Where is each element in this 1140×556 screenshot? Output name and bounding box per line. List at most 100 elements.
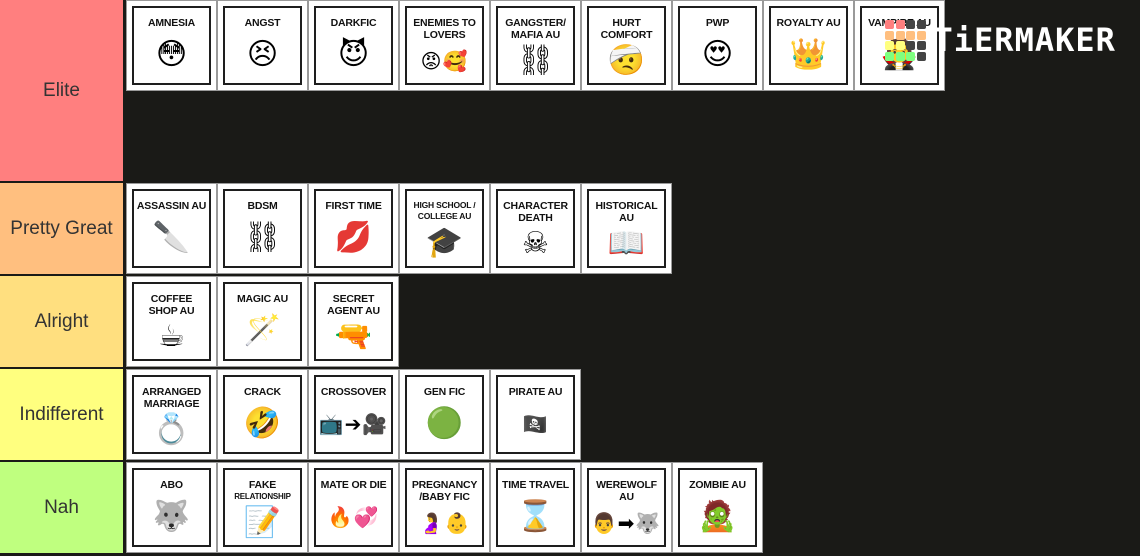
tier-item-tile[interactable]: ZOMBIE AU 🧟: [672, 462, 763, 553]
tier-item-tile[interactable]: HIGH SCHOOL / COLLEGE AU 🎓: [399, 183, 490, 274]
logo-grid-cell: [916, 51, 926, 61]
tier-item-tile[interactable]: PIRATE AU 🏴‍☠️: [490, 369, 581, 460]
tier-item-tile[interactable]: PREGNANCY /BABY FIC 🤰👶: [399, 462, 490, 553]
memo-pencil-icon: 📝: [243, 504, 282, 540]
persevering-face-icon: 😣: [246, 36, 279, 72]
tier-item-tile[interactable]: MAGIC AU 🪄: [217, 276, 308, 367]
tier-items-dropzone[interactable]: ASSASSIN AU 🔪 BDSM ⛓ FIRST TIME 💋 HIGH SCHOOL …: [125, 183, 1140, 274]
tier-item-tile[interactable]: GANGSTER/ MAFIA AU ⛓: [490, 0, 581, 91]
logo-grid-cell: [916, 41, 926, 50]
tile-card: DARKFIC 😈: [314, 6, 393, 85]
tile-card: ARRANGED MARRIAGE 💍: [132, 375, 211, 454]
tier-item-tile[interactable]: GEN FIC 🟢: [399, 369, 490, 460]
tier-item-tile[interactable]: ASSASSIN AU 🔪: [126, 183, 217, 274]
tier-items-dropzone[interactable]: ABO 🐺 FAKE RELATIONSHIP 📝 MATE OR DIE 🔥💞 PREGNA…: [125, 462, 1140, 553]
tier-item-tile[interactable]: CROSSOVER 📺➔🎥: [308, 369, 399, 460]
tile-title: PWP: [705, 17, 730, 29]
tile-card: ROYALTY AU 👑: [769, 6, 848, 85]
tile-card: AMNESIA 😳: [132, 6, 211, 85]
tier-item-tile[interactable]: HURT COMFORT 🤕: [581, 0, 672, 91]
tier-item-tile[interactable]: ANGST 😣: [217, 0, 308, 91]
tile-card: SECRET AGENT AU 🔫: [314, 282, 393, 361]
tile-title: MAGIC AU: [236, 293, 289, 305]
logo-grid-cell: [906, 41, 915, 50]
tile-card: FAKE RELATIONSHIP 📝: [223, 468, 302, 547]
tier-label[interactable]: Alright: [0, 276, 125, 367]
man-to-wolf-icon: 👨➡🐺: [591, 510, 662, 535]
open-book-icon: 📖: [607, 225, 646, 261]
bandaged-face-icon: 🤕: [607, 42, 646, 78]
tier-label[interactable]: Nah: [0, 462, 125, 553]
pistol-icon: 🔫: [334, 318, 373, 354]
magic-wand-icon: 🪄: [243, 312, 282, 348]
tile-title: FIRST TIME: [325, 200, 382, 212]
tier-items-dropzone[interactable]: COFFEE SHOP AU ☕ MAGIC AU 🪄 SECRET AGENT AU 🔫: [125, 276, 1140, 367]
tier-item-tile[interactable]: WEREWOLF AU 👨➡🐺: [581, 462, 672, 553]
tiermaker-logo-text: TiERMAKER: [933, 21, 1116, 60]
tile-title: CROSSOVER: [320, 386, 387, 398]
tile-card: COFFEE SHOP AU ☕: [132, 282, 211, 361]
tile-title: GEN FIC: [423, 386, 466, 398]
logo-grid-cell: [885, 30, 894, 40]
tile-title: FAKE RELATIONSHIP: [232, 479, 293, 503]
tile-title-line: RELATIONSHIP: [234, 492, 291, 501]
tier-label[interactable]: Indifferent: [0, 369, 125, 460]
tile-card: HURT COMFORT 🤕: [587, 6, 666, 85]
knife-icon: 🔪: [152, 219, 191, 255]
tier-item-tile[interactable]: HISTORICAL AU 📖: [581, 183, 672, 274]
tile-title: GANGSTER/ MAFIA AU: [505, 17, 566, 41]
tile-card: CROSSOVER 📺➔🎥: [314, 375, 393, 454]
tier-item-tile[interactable]: ENEMIES TO LOVERS 😡🥰: [399, 0, 490, 91]
tile-title: BDSM: [247, 200, 278, 212]
tile-title: TIME TRAVEL: [501, 479, 570, 491]
graduation-cap-icon: 🎓: [425, 224, 464, 260]
logo-grid-cell: [906, 30, 915, 40]
pirate-flag-icon: 🏴‍☠️: [522, 411, 549, 436]
tier-item-tile[interactable]: MATE OR DIE 🔥💞: [308, 462, 399, 553]
logo-grid-cell: [895, 41, 905, 50]
tier-item-tile[interactable]: COFFEE SHOP AU ☕: [126, 276, 217, 367]
logo-grid-cell: [906, 51, 915, 61]
tier-label[interactable]: Pretty Great: [0, 183, 125, 274]
angry-and-loving-faces-icon: 😡🥰: [420, 48, 469, 73]
logo-grid-cell: [895, 20, 905, 29]
tiermaker-logo-grid-icon: [885, 20, 926, 61]
tile-title: ANGST: [244, 17, 281, 29]
tier-item-tile[interactable]: CRACK 🤣: [217, 369, 308, 460]
tile-card: BDSM ⛓: [223, 189, 302, 268]
tier-item-tile[interactable]: ABO 🐺: [126, 462, 217, 553]
tier-label[interactable]: Elite: [0, 0, 125, 181]
tile-title: PREGNANCY /BABY FIC: [411, 479, 478, 503]
tier-item-tile[interactable]: PWP 😍: [672, 0, 763, 91]
tier-item-tile[interactable]: FIRST TIME 💋: [308, 183, 399, 274]
tier-item-tile[interactable]: TIME TRAVEL ⌛: [490, 462, 581, 553]
tier-item-tile[interactable]: DARKFIC 😈: [308, 0, 399, 91]
tile-title: ASSASSIN AU: [136, 200, 207, 212]
tier-items-dropzone[interactable]: ARRANGED MARRIAGE 💍 CRACK 🤣 CROSSOVER 📺➔🎥 GEN …: [125, 369, 1140, 460]
tier-item-tile[interactable]: SECRET AGENT AU 🔫: [308, 276, 399, 367]
tier-item-tile[interactable]: AMNESIA 😳: [126, 0, 217, 91]
tier-item-tile[interactable]: ARRANGED MARRIAGE 💍: [126, 369, 217, 460]
tile-title: CHARACTER DEATH: [503, 200, 568, 224]
tier-item-tile[interactable]: BDSM ⛓: [217, 183, 308, 274]
tile-title: ABO: [160, 479, 183, 491]
green-circle-icon: 🟢: [425, 405, 464, 441]
logo-grid-cell: [885, 41, 894, 50]
tile-card: WEREWOLF AU 👨➡🐺: [587, 468, 666, 547]
rolling-laughing-face-icon: 🤣: [243, 405, 282, 441]
tile-card: FIRST TIME 💋: [314, 189, 393, 268]
astonished-face-icon: 😳: [155, 36, 188, 72]
tiermaker-logo[interactable]: TiERMAKER: [885, 20, 1116, 61]
tile-title: ARRANGED MARRIAGE: [141, 386, 202, 410]
chains-icon: ⛓: [516, 42, 555, 78]
tier-item-tile[interactable]: ROYALTY AU 👑: [763, 0, 854, 91]
tier-item-tile[interactable]: CHARACTER DEATH ☠: [490, 183, 581, 274]
tile-title: HISTORICAL AU: [595, 200, 658, 224]
tier-item-tile[interactable]: FAKE RELATIONSHIP 📝: [217, 462, 308, 553]
handcuffs-icon: ⛓: [243, 219, 282, 255]
tile-title: WEREWOLF AU: [596, 479, 657, 503]
logo-grid-cell: [916, 20, 926, 29]
fire-and-hearts-icon: 🔥💞: [327, 504, 380, 529]
tile-card: GEN FIC 🟢: [405, 375, 484, 454]
tile-card: HIGH SCHOOL / COLLEGE AU 🎓: [405, 189, 484, 268]
